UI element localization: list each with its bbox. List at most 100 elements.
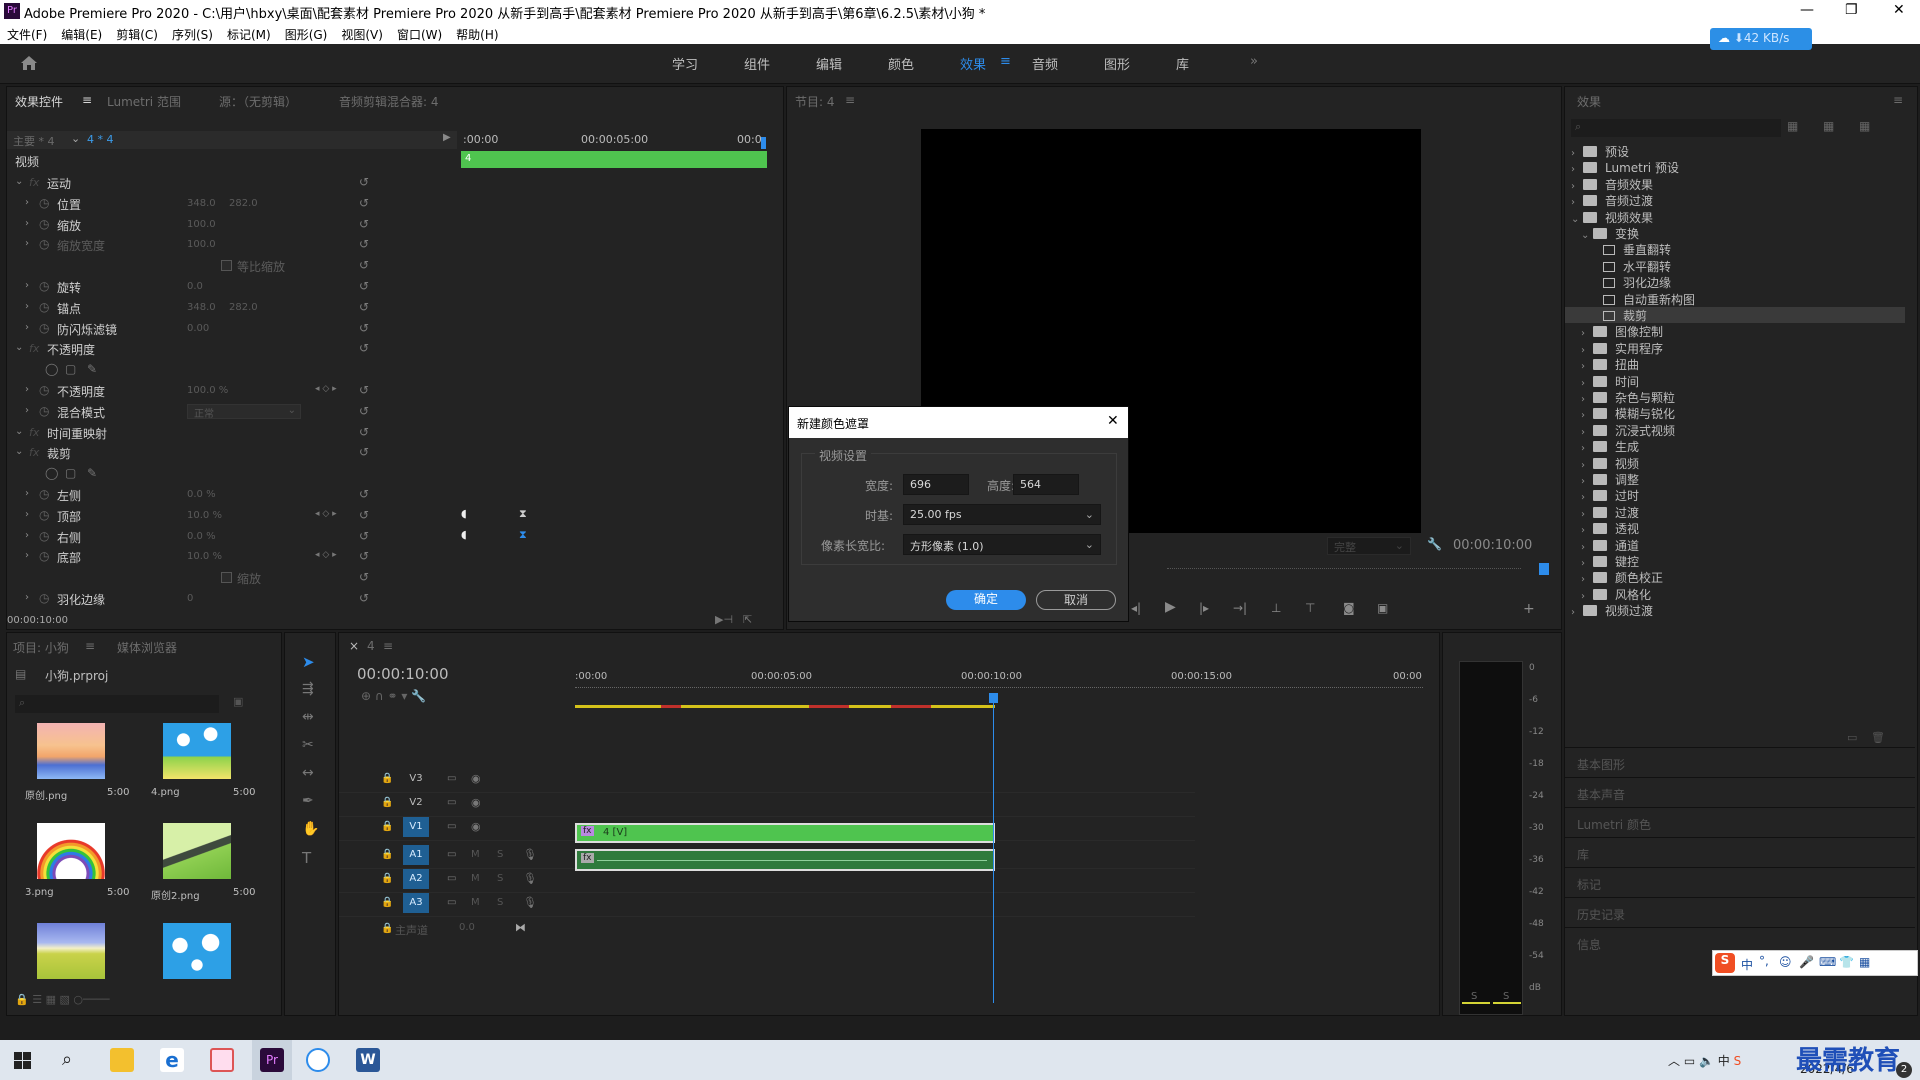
workspace-more-icon[interactable]: » bbox=[1250, 54, 1258, 69]
chevron-right-icon[interactable]: › bbox=[1581, 509, 1593, 520]
reset-icon[interactable]: ↺ bbox=[359, 508, 369, 522]
track-name[interactable]: A2 bbox=[403, 869, 429, 889]
effects-folder[interactable]: › 过渡 bbox=[1565, 504, 1905, 520]
pen-tool-icon[interactable]: ✒ bbox=[302, 793, 314, 809]
property-value[interactable]: 348.0 bbox=[187, 198, 216, 209]
effects-folder[interactable]: › 音频效果 bbox=[1565, 176, 1905, 192]
chevron-right-icon[interactable]: › bbox=[1581, 328, 1593, 339]
effects-folder[interactable]: ⌄ 变换 bbox=[1565, 225, 1905, 241]
emoji-icon[interactable]: ☺ bbox=[1779, 955, 1792, 969]
screenshot-tool-icon[interactable] bbox=[210, 1048, 234, 1072]
lock-icon[interactable]: 🔒 bbox=[381, 797, 393, 808]
effects-folder[interactable]: ⌄ 视频效果 bbox=[1565, 209, 1905, 225]
eye-icon[interactable]: ◉ bbox=[471, 796, 481, 809]
tab-media-browser[interactable]: 媒体浏览器 bbox=[117, 639, 177, 656]
zoom-slider-icon[interactable]: ○──── bbox=[73, 993, 109, 1006]
stopwatch-icon[interactable]: ◷ bbox=[39, 217, 49, 231]
windows-start-icon[interactable] bbox=[14, 1052, 31, 1069]
effects-folder[interactable]: › 通道 bbox=[1565, 537, 1905, 553]
blend-mode-select[interactable]: 正常 ⌄ bbox=[187, 403, 301, 420]
keyframe-nav-icon[interactable]: ◂ ◇ ▸ bbox=[315, 550, 337, 560]
mute-button[interactable]: M bbox=[471, 873, 480, 884]
ime-punctuation[interactable]: °, bbox=[1759, 954, 1769, 968]
effects-search-input[interactable]: ⌕ bbox=[1571, 119, 1781, 137]
menu-graphics[interactable]: 图形(G) bbox=[278, 22, 335, 43]
32bit-effects-icon[interactable]: ▦ bbox=[1823, 119, 1834, 133]
hand-tool-icon[interactable]: ✋ bbox=[302, 821, 319, 837]
sync-lock-icon[interactable]: ▭ bbox=[447, 873, 456, 884]
tab-project[interactable]: 项目: 小狗 bbox=[13, 639, 69, 656]
project-thumbnail[interactable] bbox=[163, 923, 231, 979]
track-name[interactable]: A1 bbox=[403, 845, 429, 865]
par-select[interactable]: 方形像素 (1.0) ⌄ bbox=[903, 534, 1101, 555]
audio-clip[interactable]: fx bbox=[575, 849, 995, 871]
effects-folder[interactable]: › 沉浸式视频 bbox=[1565, 422, 1905, 438]
maximize-button[interactable]: ❐ bbox=[1845, 2, 1858, 18]
reset-icon[interactable]: ↺ bbox=[359, 258, 369, 272]
microphone-icon[interactable]: 🎙 bbox=[523, 848, 537, 861]
effect-property-row[interactable]: ⌄ fx 不透明度 ↺ bbox=[7, 339, 457, 359]
compare-view-icon[interactable]: ▣ bbox=[1377, 601, 1388, 615]
video-track[interactable]: 🔒 V3 ▭ ◉ bbox=[339, 769, 1195, 793]
reset-icon[interactable]: ↺ bbox=[359, 487, 369, 501]
video-clip[interactable]: fx 4 [V] bbox=[575, 823, 995, 843]
chevron-right-icon[interactable]: › bbox=[1571, 164, 1583, 175]
effect-property-row[interactable]: › ◷ 旋转 0.0 ↺ bbox=[7, 277, 457, 297]
project-thumbnail[interactable] bbox=[163, 723, 231, 779]
menu-help[interactable]: 帮助(H) bbox=[449, 22, 505, 43]
button-editor-plus-icon[interactable]: + bbox=[1523, 601, 1535, 617]
menu-view[interactable]: 视图(V) bbox=[334, 22, 390, 43]
delete-icon[interactable]: 🗑 bbox=[1871, 731, 1885, 744]
tray-chevron-icon[interactable]: ︿ bbox=[1668, 1054, 1680, 1068]
keyboard-icon[interactable]: ⌨ bbox=[1819, 955, 1836, 969]
program-playhead[interactable] bbox=[1539, 563, 1549, 575]
effect-property-row[interactable]: › ◷ 右侧 0.0 % ↺ bbox=[7, 527, 457, 547]
effect-property-row[interactable]: ⌄ fx 运动 ↺ bbox=[7, 173, 457, 193]
tab-audio-clip-mixer[interactable]: 音频剪辑混合器: 4 bbox=[339, 93, 439, 110]
chevron-right-icon[interactable]: › bbox=[1571, 148, 1583, 159]
fx-toggle-icon[interactable]: fx bbox=[29, 426, 39, 439]
effects-folder[interactable]: › 颜色校正 bbox=[1565, 569, 1905, 585]
effects-folder[interactable]: › 实用程序 bbox=[1565, 340, 1905, 356]
rectangle-mask-icon[interactable]: ▢ bbox=[65, 362, 76, 376]
chevron-right-icon[interactable]: › bbox=[1581, 460, 1593, 471]
master-track-value[interactable]: 0.0 bbox=[459, 922, 475, 933]
tab-effects[interactable]: 效果 bbox=[1577, 93, 1601, 110]
step-forward-icon[interactable]: |▸ bbox=[1199, 601, 1209, 615]
share-icon[interactable]: ⇱ bbox=[743, 613, 752, 626]
keyframe-nav-icon[interactable]: ◂ ◇ ▸ bbox=[315, 509, 337, 519]
collapsed-panel-header[interactable]: 标记 bbox=[1565, 867, 1915, 895]
menu-sequence[interactable]: 序列(S) bbox=[165, 22, 220, 43]
mute-button[interactable]: M bbox=[471, 897, 480, 908]
play-icon[interactable]: ▶ bbox=[1165, 599, 1176, 615]
chevron-right-icon[interactable]: › bbox=[1581, 394, 1593, 405]
property-value[interactable]: 0.0 bbox=[187, 281, 203, 292]
export-frame-icon[interactable]: ▶⊣ bbox=[715, 613, 733, 626]
freeform-view-icon[interactable]: ▧ bbox=[59, 993, 69, 1006]
reset-icon[interactable]: ↺ bbox=[359, 341, 369, 355]
close-window-button[interactable]: ✕ bbox=[1893, 2, 1905, 18]
video-track[interactable]: 🔒 V2 ▭ ◉ bbox=[339, 793, 1195, 817]
track-name[interactable]: V2 bbox=[403, 793, 429, 813]
effect-property-row[interactable]: ⌄ fx 时间重映射 ↺ bbox=[7, 423, 457, 443]
new-bin-icon[interactable]: ▭ bbox=[1847, 731, 1857, 744]
lock-icon[interactable]: 🔒 bbox=[15, 993, 29, 1006]
lock-icon[interactable]: 🔒 bbox=[381, 821, 393, 832]
reset-icon[interactable]: ↺ bbox=[359, 529, 369, 543]
dropdown-chevron-icon[interactable]: ⌄ bbox=[71, 132, 80, 145]
chevron-right-icon[interactable]: › bbox=[1581, 591, 1593, 602]
timeline-playhead[interactable] bbox=[993, 693, 994, 1003]
chevron-right-icon[interactable]: › bbox=[1571, 181, 1583, 192]
property-value[interactable]: 0.0 % bbox=[187, 489, 216, 500]
reset-icon[interactable]: ↺ bbox=[359, 279, 369, 293]
effect-property-row[interactable]: › ◷ 防闪烁滤镜 0.00 ↺ bbox=[7, 319, 457, 339]
stopwatch-icon[interactable]: ◷ bbox=[39, 237, 49, 251]
effects-folder[interactable]: › 视频过渡 bbox=[1565, 602, 1905, 618]
expand-chevron-icon[interactable]: › bbox=[25, 301, 37, 312]
reset-icon[interactable]: ↺ bbox=[359, 549, 369, 563]
stopwatch-icon[interactable]: ◷ bbox=[39, 487, 49, 501]
ec-timeline-ruler[interactable]: :00:00 00:00:05:00 00:0 bbox=[461, 131, 767, 149]
expand-chevron-icon[interactable]: › bbox=[25, 592, 37, 603]
effect-property-row[interactable]: › ◷ 底部 10.0 % ◂ ◇ ▸ ↺ bbox=[7, 547, 457, 567]
workspace-assembly[interactable]: 组件 bbox=[744, 54, 770, 73]
